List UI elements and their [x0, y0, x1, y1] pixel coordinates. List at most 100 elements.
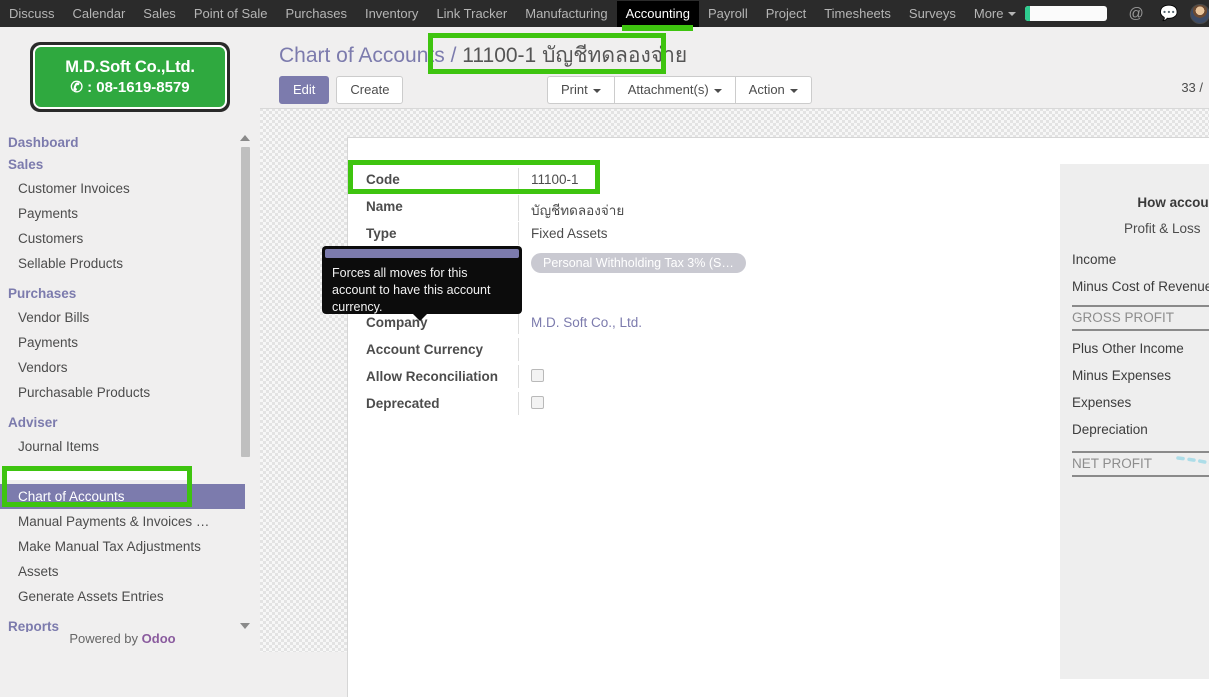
- allow-reconciliation-checkbox[interactable]: [531, 369, 544, 382]
- nav-item-point-of-sale[interactable]: Point of Sale: [185, 1, 277, 27]
- create-button[interactable]: Create: [336, 76, 403, 104]
- sidebar-scrollbar[interactable]: [239, 132, 252, 632]
- nav-item-accounting[interactable]: Accounting: [617, 1, 699, 27]
- field-value-type[interactable]: Fixed Assets: [518, 222, 766, 245]
- annotation-menu-white-mask: [7, 471, 187, 480]
- nav-more-label: More: [974, 6, 1004, 21]
- nav-item-purchases[interactable]: Purchases: [277, 1, 356, 27]
- sidebar-item-purchase-payments[interactable]: Payments: [0, 330, 245, 355]
- sidebar-item-customers[interactable]: Customers: [0, 226, 245, 251]
- field-row-deprecated: Deprecated: [366, 392, 766, 419]
- sidebar-item-make-manual-tax-adjustments[interactable]: Make Manual Tax Adjustments: [0, 534, 245, 559]
- sidebar-item-manual-payments-invoices[interactable]: Manual Payments & Invoices …: [0, 509, 245, 534]
- deprecated-checkbox[interactable]: [531, 396, 544, 409]
- attachments-dropdown[interactable]: Attachment(s): [614, 76, 735, 104]
- sidebar-item-sellable-products[interactable]: Sellable Products: [0, 251, 245, 276]
- sidebar-group-reports[interactable]: Reports: [0, 616, 245, 632]
- nav-item-manufacturing[interactable]: Manufacturing: [516, 1, 616, 27]
- field-row-type: Type Fixed Assets: [366, 222, 766, 249]
- sidebar-item-customer-invoices[interactable]: Customer Invoices: [0, 176, 245, 201]
- sidebar-item-purchasable-products[interactable]: Purchasable Products: [0, 380, 245, 405]
- field-label-code: Code: [366, 168, 518, 187]
- field-row-allow-reconciliation: Allow Reconciliation: [366, 365, 766, 392]
- report-panel-title: How account type affects your reports?: [1060, 164, 1209, 210]
- phone-icon: ✆ :: [70, 79, 92, 96]
- tax-tag-pill[interactable]: Personal Withholding Tax 3% (Ser…: [531, 253, 746, 273]
- action-dropdown[interactable]: Action: [735, 76, 812, 104]
- sidebar-item-vendor-bills[interactable]: Vendor Bills: [0, 305, 245, 330]
- report-item: Depreciation: [1072, 421, 1209, 439]
- tooltip-text: Forces all moves for this account to hav…: [322, 258, 522, 316]
- field-value-account-currency[interactable]: [518, 338, 766, 361]
- edit-button[interactable]: Edit: [279, 76, 329, 104]
- field-label-name: Name: [366, 195, 518, 214]
- field-value-allow-reconciliation: [518, 365, 766, 388]
- top-navbar: Discuss Calendar Sales Point of Sale Pur…: [0, 0, 1209, 27]
- chevron-down-icon: [790, 89, 798, 93]
- sidebar-group-sales[interactable]: Sales: [0, 154, 245, 176]
- systray-search-input[interactable]: [1025, 6, 1107, 21]
- odoo-brand[interactable]: Odoo: [142, 631, 176, 646]
- report-item: Plus Other Income: [1072, 340, 1209, 358]
- powered-by-footer: Powered by Odoo: [0, 631, 245, 646]
- account-currency-tooltip: Forces all moves for this account to hav…: [322, 246, 522, 314]
- report-item-gross-profit: GROSS PROFIT: [1072, 305, 1209, 331]
- field-value-company[interactable]: M.D. Soft Co., Ltd.: [518, 311, 766, 334]
- sidebar-item-assets[interactable]: Assets: [0, 559, 245, 584]
- chevron-down-icon: [593, 89, 601, 93]
- field-value-deprecated: [518, 392, 766, 415]
- field-value-name[interactable]: บัญชีทดลองจ่าย: [518, 195, 766, 221]
- control-panel: Chart of Accounts / 11100-1 บัญชีทดลองจ่…: [260, 27, 1209, 109]
- nav-item-sales[interactable]: Sales: [134, 1, 185, 27]
- sidebar-item-chart-of-accounts[interactable]: Chart of Accounts: [0, 484, 245, 509]
- field-row-account-currency: Account Currency: [366, 338, 766, 365]
- avatar[interactable]: [1190, 4, 1209, 24]
- nav-item-calendar[interactable]: Calendar: [64, 1, 135, 27]
- field-value-code[interactable]: 11100-1: [518, 168, 766, 191]
- nav-item-timesheets[interactable]: Timesheets: [815, 1, 900, 27]
- field-value-tags[interactable]: [518, 281, 766, 304]
- breadcrumb-root[interactable]: Chart of Accounts: [279, 44, 445, 67]
- nav-item-link-tracker[interactable]: Link Tracker: [427, 1, 516, 27]
- sidebar-item-sales-payments[interactable]: Payments: [0, 201, 245, 226]
- field-label-deprecated: Deprecated: [366, 392, 518, 411]
- sidebar-group-adviser[interactable]: Adviser: [0, 412, 245, 434]
- company-phone-number: 08-1619-8579: [96, 79, 189, 96]
- nav-item-discuss[interactable]: Discuss: [0, 1, 64, 27]
- sidebar-item-vendors[interactable]: Vendors: [0, 355, 245, 380]
- nav-item-more[interactable]: More: [965, 1, 1025, 27]
- nav-item-inventory[interactable]: Inventory: [356, 1, 427, 27]
- sidebar-group-purchases[interactable]: Purchases: [0, 283, 245, 305]
- sidebar-item-journal-items[interactable]: Journal Items: [0, 434, 245, 459]
- field-value-default-taxes[interactable]: Personal Withholding Tax 3% (Ser…: [518, 249, 766, 276]
- sidebar-group-dashboard[interactable]: Dashboard: [0, 132, 245, 154]
- nav-item-surveys[interactable]: Surveys: [900, 1, 965, 27]
- mention-icon[interactable]: @: [1129, 6, 1144, 22]
- report-panel-columns: Profit & Loss Income Minus Cost of Reven…: [1060, 221, 1209, 677]
- annotation-accounting-underline: [622, 25, 693, 31]
- nav-item-payroll[interactable]: Payroll: [699, 1, 757, 27]
- navbar-right-tools: @ 💬: [1025, 4, 1209, 24]
- sidebar-item-generate-assets-entries[interactable]: Generate Assets Entries: [0, 584, 245, 609]
- field-row-code: Code 11100-1: [366, 168, 766, 195]
- record-pager[interactable]: 33 /: [1181, 80, 1203, 95]
- company-logo-phone: ✆ : 08-1619-8579: [70, 78, 189, 96]
- nav-item-project[interactable]: Project: [757, 1, 815, 27]
- tooltip-arrow-icon: [412, 313, 428, 321]
- form-action-buttons: Edit Create: [279, 76, 410, 104]
- print-dropdown[interactable]: Print: [547, 76, 614, 104]
- report-item: Expenses: [1072, 394, 1209, 412]
- report-item: Income: [1072, 251, 1209, 269]
- attachments-label: Attachment(s): [628, 82, 709, 97]
- account-type-report-panel: How account type affects your reports? P…: [1060, 164, 1209, 679]
- sidebar-scrollbar-thumb[interactable]: [241, 147, 250, 457]
- print-label: Print: [561, 82, 588, 97]
- field-row-name: Name บัญชีทดลองจ่าย: [366, 195, 766, 222]
- powered-by-text: Powered by: [69, 631, 141, 646]
- field-label-type: Type: [366, 222, 518, 241]
- chat-bubble-icon[interactable]: 💬: [1160, 6, 1179, 22]
- sidebar: M.D.Soft Co.,Ltd. ✆ : 08-1619-8579 Dashb…: [0, 27, 260, 652]
- form-dropdown-buttons: Print Attachment(s) Action: [547, 76, 812, 104]
- scroll-up-arrow-icon[interactable]: [240, 135, 250, 141]
- scroll-down-arrow-icon[interactable]: [240, 623, 250, 629]
